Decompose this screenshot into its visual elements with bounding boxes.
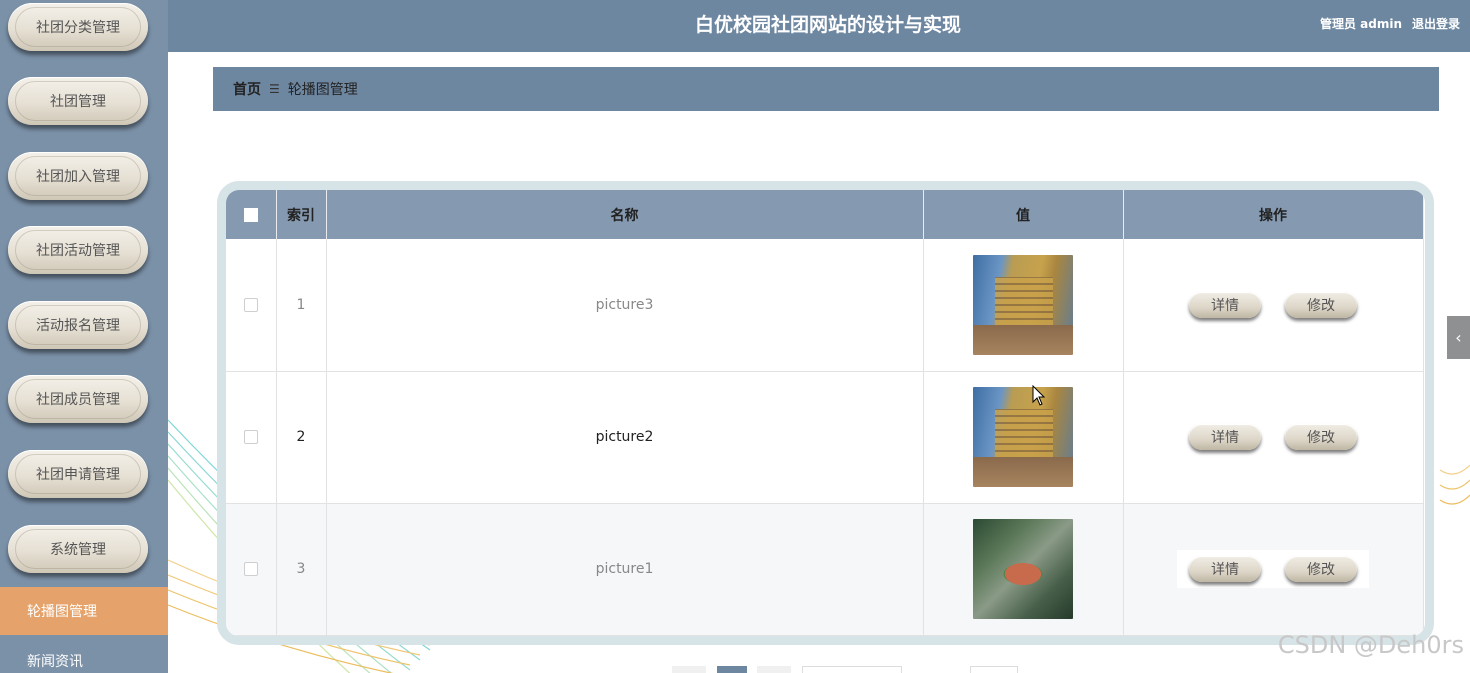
carousel-table-panel: 索引 名称 值 操作 1 picture3 详情 修改 2 picture2 详… <box>217 181 1434 645</box>
breadcrumb: 首页 ☰ 轮播图管理 <box>213 67 1439 111</box>
row-name: picture2 <box>326 371 924 504</box>
row-checkbox[interactable] <box>243 297 258 312</box>
detail-button[interactable]: 详情 <box>1189 556 1261 582</box>
carousel-table: 索引 名称 值 操作 1 picture3 详情 修改 2 picture2 详… <box>226 190 1424 636</box>
sidebar-item-club-member[interactable]: 社团成员管理 <box>8 375 148 423</box>
table-row: 1 picture3 详情 修改 <box>226 239 1424 372</box>
row-checkbox[interactable] <box>243 430 258 444</box>
edit-button[interactable]: 修改 <box>1285 556 1357 582</box>
app-title: 白优校园社团网站的设计与实现 <box>694 14 961 36</box>
goto-page-input[interactable] <box>970 666 1018 673</box>
table-header-row: 索引 名称 值 操作 <box>226 190 1424 239</box>
sidebar-item-system[interactable]: 系统管理 <box>8 525 148 573</box>
column-header-value: 值 <box>923 190 1124 239</box>
sidebar-item-label: 社团管理 <box>50 94 106 110</box>
submenu-item-carousel[interactable]: 轮播图管理 <box>0 587 168 635</box>
current-user-label: 管理员 admin <box>1319 17 1402 31</box>
detail-button[interactable]: 详情 <box>1189 424 1261 450</box>
sidebar-item-label: 社团加入管理 <box>36 169 120 185</box>
pagination-next-button[interactable] <box>757 666 791 673</box>
select-all-checkbox[interactable] <box>243 207 258 222</box>
sidebar-item-club[interactable]: 社团管理 <box>8 77 148 125</box>
select-all-cell <box>226 190 277 239</box>
detail-button[interactable]: 详情 <box>1189 291 1261 318</box>
row-index: 1 <box>276 239 327 372</box>
row-index: 2 <box>276 371 327 504</box>
breadcrumb-current: 轮播图管理 <box>287 82 358 98</box>
sidebar-item-label: 系统管理 <box>50 542 106 558</box>
sidebar-item-label: 社团成员管理 <box>36 392 120 408</box>
row-checkbox[interactable] <box>243 562 258 576</box>
pagination-page-current[interactable] <box>717 666 747 673</box>
chevron-left-icon: ‹ <box>1455 328 1462 347</box>
watermark-text: CSDN @Deh0rs <box>1277 631 1464 659</box>
building-photo-thumbnail[interactable] <box>973 387 1073 487</box>
aerial-campus-photo-thumbnail[interactable] <box>973 519 1073 619</box>
sidebar-item-club-category[interactable]: 社团分类管理 <box>8 3 148 51</box>
mouse-cursor-icon <box>1032 385 1046 406</box>
submenu-item-news[interactable]: 新闻资讯 <box>0 637 168 673</box>
column-header-actions: 操作 <box>1123 190 1424 239</box>
page-size-select[interactable] <box>802 666 902 673</box>
table-row: 2 picture2 详情 修改 <box>226 371 1424 504</box>
column-header-index: 索引 <box>276 190 327 239</box>
sidebar-item-club-join[interactable]: 社团加入管理 <box>8 152 148 200</box>
collapse-panel-tab[interactable]: ‹ <box>1447 316 1470 359</box>
row-index: 3 <box>276 503 327 636</box>
edit-button[interactable]: 修改 <box>1285 291 1357 318</box>
row-name: picture1 <box>326 503 924 636</box>
sidebar-item-activity-signup[interactable]: 活动报名管理 <box>8 301 148 349</box>
submenu-item-label: 新闻资讯 <box>27 654 83 670</box>
sidebar-item-label: 社团活动管理 <box>36 243 120 259</box>
sidebar-item-label: 社团申请管理 <box>36 467 120 483</box>
menu-icon: ☰ <box>269 82 280 96</box>
top-header: 白优校园社团网站的设计与实现 管理员 admin 退出登录 <box>168 0 1470 52</box>
table-row: 3 picture1 详情 修改 <box>226 503 1424 636</box>
edit-button[interactable]: 修改 <box>1285 424 1357 450</box>
breadcrumb-home[interactable]: 首页 <box>233 79 261 99</box>
sidebar-item-club-application[interactable]: 社团申请管理 <box>8 450 148 498</box>
sidebar-item-club-activity[interactable]: 社团活动管理 <box>8 226 148 274</box>
logout-link[interactable]: 退出登录 <box>1412 15 1460 32</box>
sidebar: 社团分类管理 社团管理 社团加入管理 社团活动管理 活动报名管理 社团成员管理 … <box>0 0 168 673</box>
column-header-name: 名称 <box>326 190 924 239</box>
row-name: picture3 <box>326 239 924 372</box>
pagination-prev-button[interactable] <box>672 666 706 673</box>
sidebar-item-label: 活动报名管理 <box>36 318 120 334</box>
building-photo-thumbnail[interactable] <box>973 254 1073 355</box>
sidebar-item-label: 社团分类管理 <box>36 20 120 36</box>
submenu-item-label: 轮播图管理 <box>27 604 97 620</box>
